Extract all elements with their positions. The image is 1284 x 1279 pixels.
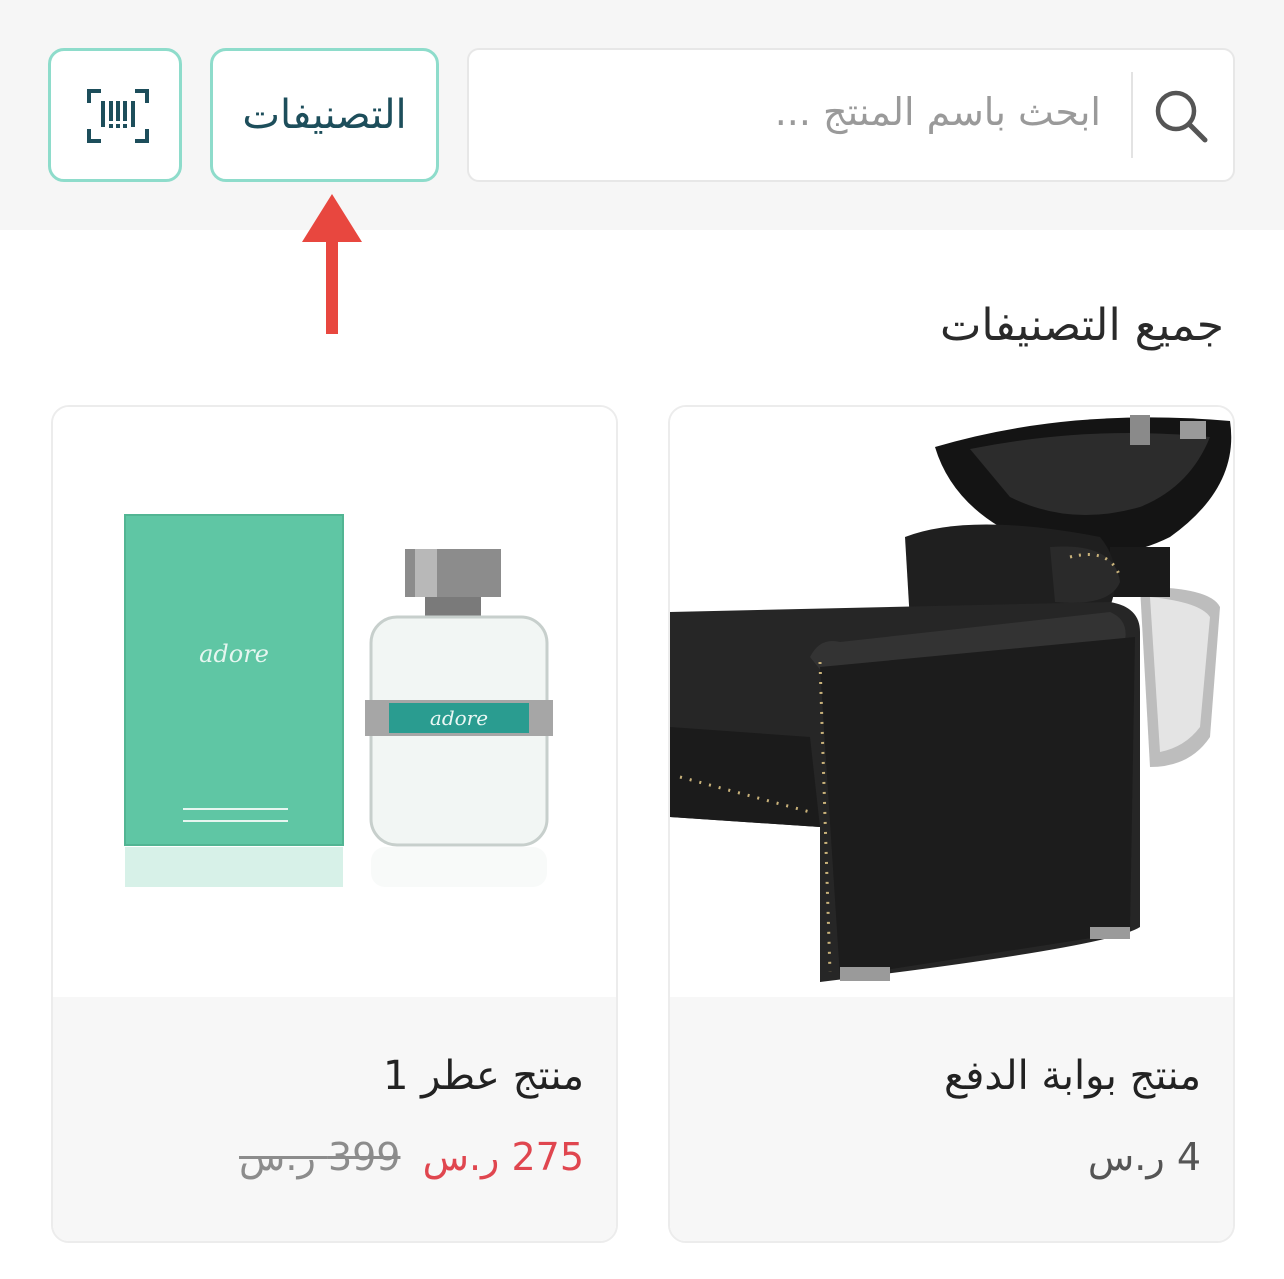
product-info: منتج عطر 1 275 ر.س 399 ر.س — [53, 997, 616, 1241]
product-image-perfume[interactable]: adore adore — [53, 407, 616, 997]
bottle-brand-text: adore — [430, 706, 488, 730]
product-price-row: 4 ر.س — [1088, 1135, 1201, 1179]
product-sale-price: 275 ر.س — [422, 1135, 584, 1179]
product-card[interactable]: منتج بوابة الدفع 4 ر.س — [668, 405, 1235, 1243]
product-info: منتج بوابة الدفع 4 ر.س — [670, 997, 1233, 1241]
barcode-scan-button[interactable] — [48, 48, 182, 182]
annotation-arrow — [302, 194, 362, 334]
search-icon[interactable] — [1151, 86, 1211, 146]
product-card[interactable]: adore adore منتج عطر 1 275 ر.س 399 ر.س — [51, 405, 618, 1243]
product-price: 4 ر.س — [1087, 1135, 1201, 1179]
categories-button-label: التصنيفات — [242, 92, 407, 138]
box-brand-text: adore — [199, 640, 269, 668]
product-name[interactable]: منتج بوابة الدفع — [944, 1053, 1201, 1099]
section-title: جميع التصنيفات — [939, 300, 1224, 351]
search-box[interactable]: ابحث باسم المنتج ... — [467, 48, 1235, 182]
product-price-row: 275 ر.س 399 ر.س — [239, 1135, 584, 1179]
search-input[interactable]: ابحث باسم المنتج ... — [775, 90, 1101, 134]
categories-button[interactable]: التصنيفات — [210, 48, 439, 182]
product-name[interactable]: منتج عطر 1 — [383, 1053, 584, 1099]
product-old-price: 399 ر.س — [239, 1135, 401, 1179]
top-bar: ابحث باسم المنتج ... التصنيفات — [0, 0, 1284, 230]
perfume-image: adore adore — [124, 514, 553, 887]
product-image-chair[interactable] — [670, 407, 1233, 997]
search-divider — [1131, 72, 1133, 158]
barcode-scan-icon — [87, 89, 149, 143]
salon-chair-image — [670, 415, 1232, 982]
